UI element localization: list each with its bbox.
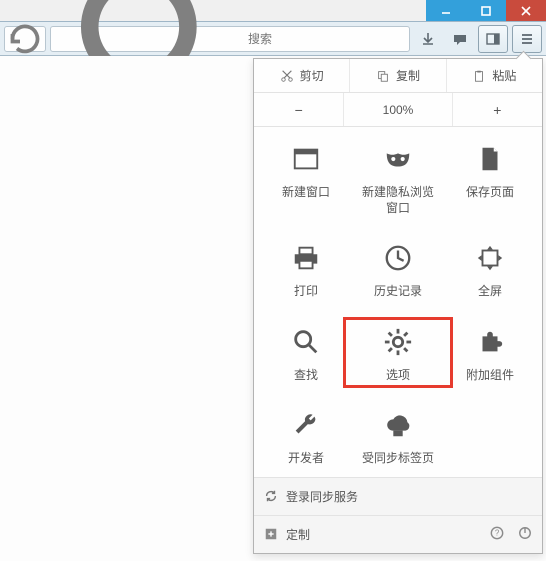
sidebar-button[interactable] [478, 25, 508, 53]
maximize-button[interactable] [466, 0, 506, 21]
gear-icon [380, 324, 416, 360]
download-icon [420, 31, 436, 47]
fullscreen-button[interactable]: 全屏 [444, 240, 536, 300]
close-button[interactable] [506, 0, 546, 21]
find-icon [288, 324, 324, 360]
edit-row: 剪切 复制 粘贴 [254, 59, 542, 93]
search-input[interactable] [248, 32, 403, 46]
chat-icon [452, 31, 468, 47]
wrench-icon [288, 407, 324, 443]
power-icon [518, 526, 532, 540]
save-page-button[interactable]: 保存页面 [444, 141, 536, 216]
zoom-level[interactable]: 100% [343, 93, 451, 126]
downloads-button[interactable] [414, 26, 442, 52]
new-window-button[interactable]: 新建窗口 [260, 141, 352, 216]
hamburger-menu: 剪切 复制 粘贴 − 100% + 新建窗口 新建隐私浏览窗口 [253, 58, 543, 554]
minimize-button[interactable] [426, 0, 466, 21]
hamburger-icon [519, 31, 535, 47]
reload-button[interactable] [4, 26, 46, 52]
synced-tabs-button[interactable]: 受同步标签页 [352, 407, 444, 467]
history-button[interactable]: 历史记录 [352, 240, 444, 300]
developer-button[interactable]: 开发者 [260, 407, 352, 467]
paste-label: 粘贴 [492, 67, 516, 84]
paste-icon [472, 69, 486, 83]
find-button[interactable]: 查找 [260, 324, 352, 384]
history-icon [380, 240, 416, 276]
sync-icon [264, 489, 278, 503]
search-box[interactable] [50, 26, 410, 52]
hamburger-button[interactable] [512, 25, 542, 53]
cut-button[interactable]: 剪切 [254, 59, 349, 92]
copy-label: 复制 [396, 67, 420, 84]
customize-button[interactable]: 定制 [264, 526, 310, 543]
svg-text:?: ? [495, 529, 500, 538]
copy-button[interactable]: 复制 [349, 59, 445, 92]
cut-label: 剪切 [300, 67, 324, 84]
paste-button[interactable]: 粘贴 [446, 59, 542, 92]
window-icon [288, 141, 324, 177]
toolbar [0, 22, 546, 56]
options-button[interactable]: 选项 [343, 317, 453, 389]
print-icon [288, 240, 324, 276]
grid-empty [444, 407, 536, 467]
print-button[interactable]: 打印 [260, 240, 352, 300]
zoom-out-button[interactable]: − [254, 93, 343, 126]
sync-label: 登录同步服务 [286, 488, 358, 505]
sign-in-sync-button[interactable]: 登录同步服务 [254, 477, 542, 515]
reload-icon [5, 19, 45, 59]
menu-grid: 新建窗口 新建隐私浏览窗口 保存页面 打印 历史记录 全屏 [254, 127, 542, 477]
plus-icon [264, 527, 278, 541]
mask-icon [380, 141, 416, 177]
zoom-row: − 100% + [254, 93, 542, 127]
cut-icon [280, 69, 294, 83]
puzzle-icon [472, 324, 508, 360]
new-private-button[interactable]: 新建隐私浏览窗口 [352, 141, 444, 216]
customize-label: 定制 [286, 526, 310, 543]
help-icon: ? [490, 526, 504, 540]
copy-icon [376, 69, 390, 83]
page-icon [472, 141, 508, 177]
menu-footer: 定制 ? [254, 515, 542, 553]
addons-button[interactable]: 附加组件 [444, 324, 536, 384]
panel-icon [485, 31, 501, 47]
cloud-tabs-icon [380, 407, 416, 443]
zoom-in-button[interactable]: + [452, 93, 542, 126]
power-button[interactable] [518, 526, 532, 543]
chat-button[interactable] [446, 26, 474, 52]
fullscreen-icon [472, 240, 508, 276]
page-content: 剪切 复制 粘贴 − 100% + 新建窗口 新建隐私浏览窗口 [0, 56, 546, 561]
help-button[interactable]: ? [490, 526, 504, 543]
